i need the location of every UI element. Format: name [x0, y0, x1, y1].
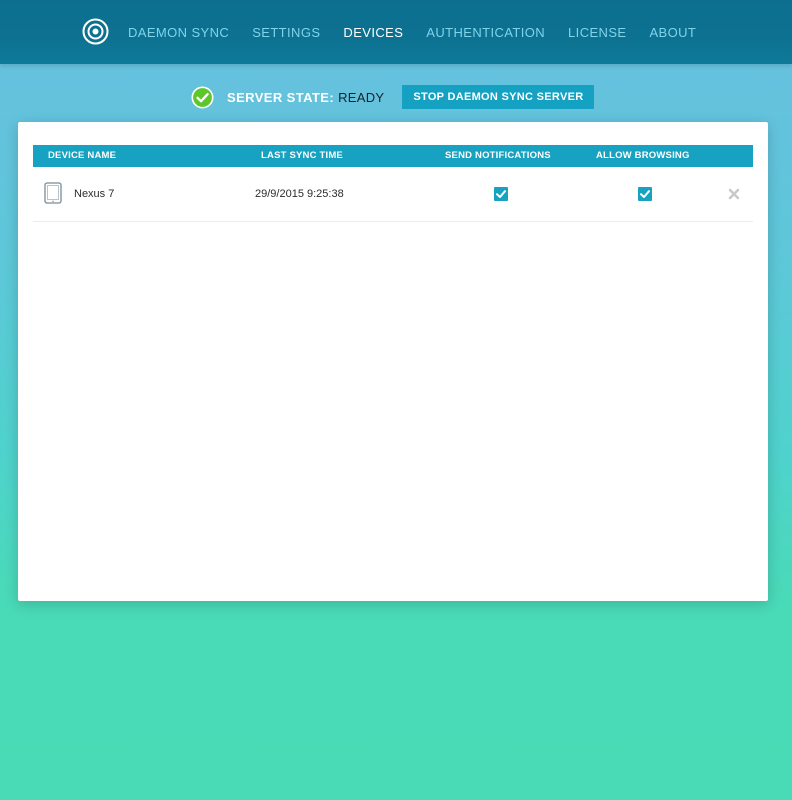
server-state-row: SERVER STATE: READY STOP DAEMON SYNC SER…	[191, 84, 595, 110]
nav-settings[interactable]: SETTINGS	[252, 25, 320, 40]
server-state-label: SERVER STATE:	[227, 89, 335, 105]
nav-license[interactable]: LICENSE	[568, 25, 626, 40]
checkmark-icon	[496, 190, 506, 198]
nav-daemon-sync[interactable]: DAEMON SYNC	[128, 25, 229, 40]
daemon-sync-logo-icon[interactable]	[82, 18, 109, 45]
device-name-cell: Nexus 7	[74, 188, 115, 200]
column-header-last-sync-time[interactable]: LAST SYNC TIME	[261, 145, 343, 167]
nav-about[interactable]: ABOUT	[649, 25, 696, 40]
main-nav: DAEMON SYNC SETTINGS DEVICES AUTHENTICAT…	[128, 0, 719, 64]
devices-panel: DEVICE NAME LAST SYNC TIME SEND NOTIFICA…	[18, 122, 768, 601]
stop-server-button[interactable]: STOP DAEMON SYNC SERVER	[402, 85, 595, 109]
close-icon[interactable]	[727, 187, 741, 201]
tablet-icon	[44, 182, 62, 204]
column-header-device-name[interactable]: DEVICE NAME	[48, 145, 116, 167]
table-row[interactable]: Nexus 7 29/9/2015 9:25:38	[33, 168, 753, 222]
nav-authentication[interactable]: AUTHENTICATION	[426, 25, 545, 40]
send-notifications-checkbox[interactable]	[494, 187, 508, 201]
allow-browsing-checkbox[interactable]	[638, 187, 652, 201]
ready-check-icon	[191, 86, 214, 108]
column-header-send-notifications[interactable]: SEND NOTIFICATIONS	[445, 145, 551, 167]
nav-devices[interactable]: DEVICES	[343, 25, 403, 40]
checkmark-icon	[640, 190, 650, 198]
top-nav-bar: DAEMON SYNC SETTINGS DEVICES AUTHENTICAT…	[0, 0, 792, 64]
server-state-value: READY	[338, 89, 385, 105]
devices-table-header: DEVICE NAME LAST SYNC TIME SEND NOTIFICA…	[33, 145, 753, 167]
last-sync-time-cell: 29/9/2015 9:25:38	[255, 188, 344, 200]
column-header-allow-browsing[interactable]: ALLOW BROWSING	[596, 145, 690, 167]
